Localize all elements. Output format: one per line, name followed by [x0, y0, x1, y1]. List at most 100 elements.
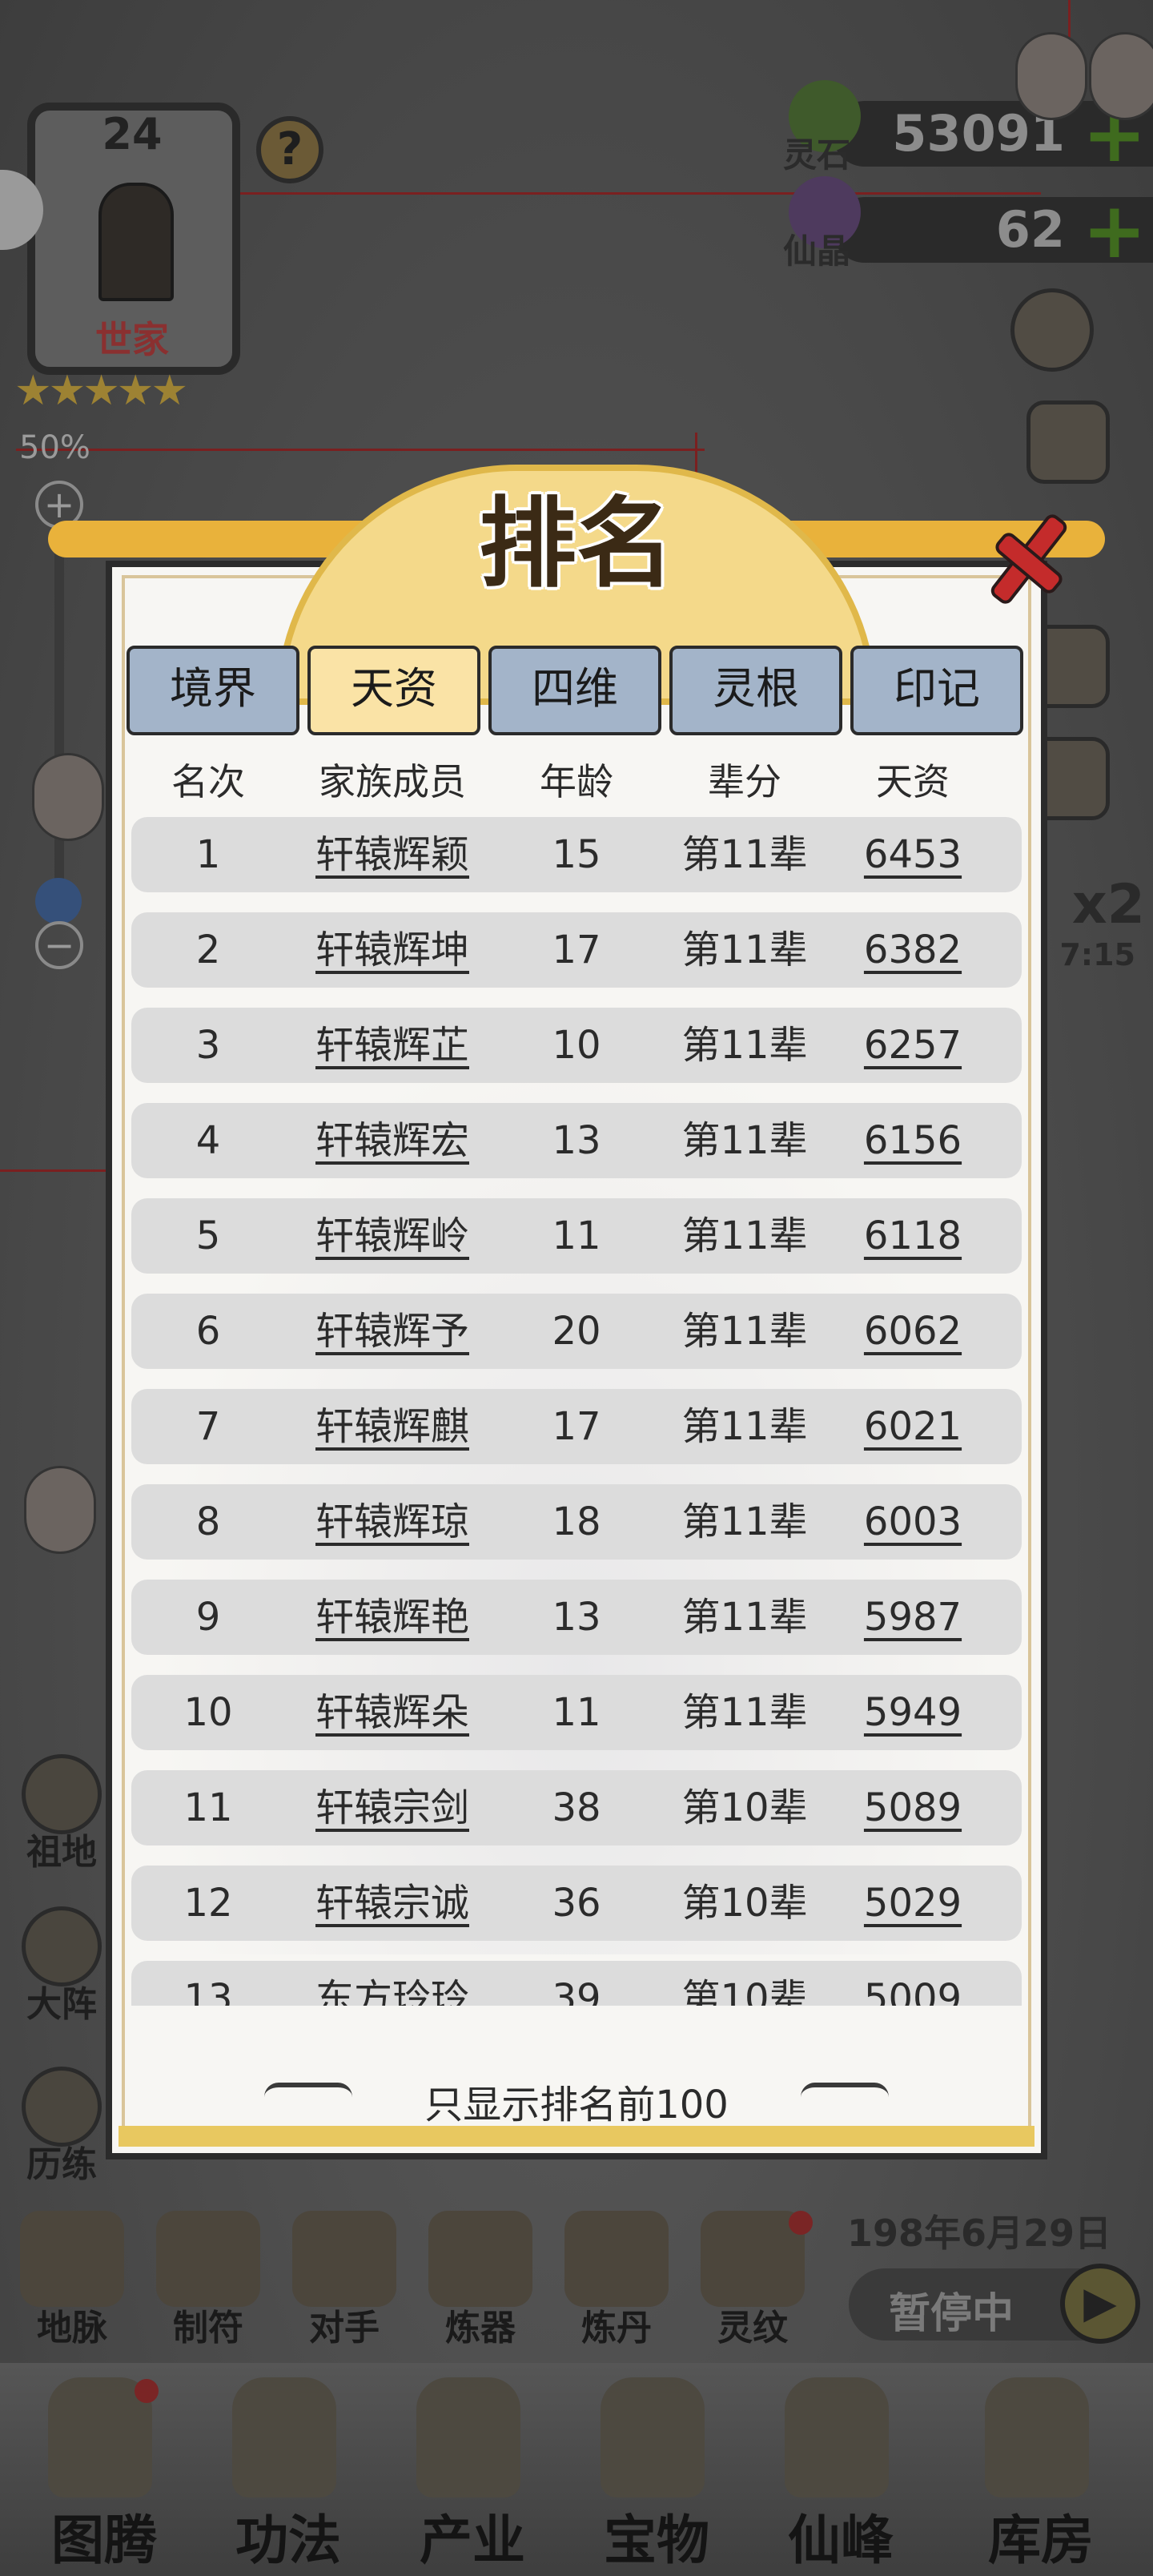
tab-spirit-root[interactable]: 灵根	[669, 646, 842, 735]
help-button[interactable]: ?	[256, 116, 323, 183]
member-name-link[interactable]: 轩辕辉予	[296, 1294, 488, 1369]
rank-cell: 3	[195, 1023, 221, 1068]
member-name-link[interactable]: 轩辕辉艳	[296, 1580, 488, 1655]
great-formation-label: 大阵	[26, 1984, 97, 2025]
talent-value-link[interactable]: 5949	[849, 1675, 977, 1750]
zoom-slider-knob[interactable]	[35, 878, 82, 924]
scroll-log-icon[interactable]	[1026, 400, 1110, 484]
ranking-row[interactable]: 6 轩辕辉予 20 第11辈 6062	[131, 1294, 1022, 1369]
generation-cell: 第10辈	[681, 1881, 808, 1926]
generation-cell: 第11辈	[681, 832, 808, 877]
member-name-link[interactable]: 轩辕宗剑	[296, 1770, 488, 1845]
column-header-rank: 名次	[171, 760, 245, 803]
modal-title-banner: 排名	[48, 449, 1105, 705]
ranking-row[interactable]: 7 轩辕辉麒 17 第11辈 6021	[131, 1389, 1022, 1464]
talent-value-link[interactable]: 6062	[849, 1294, 977, 1369]
close-icon[interactable]	[978, 509, 1071, 607]
rank-cell: 5	[195, 1214, 221, 1258]
talent-value-link[interactable]: 6156	[849, 1103, 977, 1178]
tab-mark[interactable]: 印记	[850, 646, 1023, 735]
ranking-row[interactable]: 9 轩辕辉艳 13 第11辈 5987	[131, 1580, 1022, 1655]
family-emblem[interactable]: 24 世家	[16, 103, 248, 375]
tab-four-stats[interactable]: 四维	[488, 646, 661, 735]
member-name-link[interactable]: 轩辕辉颖	[296, 817, 488, 892]
age-cell: 10	[552, 1023, 601, 1068]
member-avatar[interactable]	[24, 1466, 96, 1554]
ranking-row[interactable]: 11 轩辕宗剑 38 第10辈 5089	[131, 1770, 1022, 1845]
member-name-link[interactable]: 东方玲玲	[296, 1961, 488, 2006]
ranking-row[interactable]: 2 轩辕辉坤 17 第11辈 6382	[131, 912, 1022, 988]
nav-treasure[interactable]: 宝物	[568, 2363, 729, 2576]
ranking-row[interactable]: 3 轩辕辉芷 10 第11辈 6257	[131, 1008, 1022, 1083]
nav-storehouse-label: 库房	[988, 2510, 1094, 2571]
star-rating: ★★★★★	[14, 367, 188, 415]
ranking-row[interactable]: 12 轩辕宗诚 36 第10辈 5029	[131, 1866, 1022, 1941]
nav-industry[interactable]: 产业	[384, 2363, 544, 2576]
member-name-link[interactable]: 轩辕辉麒	[296, 1389, 488, 1464]
member-name-link[interactable]: 轩辕辉坤	[296, 912, 488, 988]
great-formation-button[interactable]: 大阵	[18, 1906, 106, 2027]
member-name-link[interactable]: 轩辕辉芷	[296, 1008, 488, 1083]
column-header-talent: 天资	[876, 760, 950, 803]
tab-talent[interactable]: 天资	[307, 646, 480, 735]
ancestral-land-button[interactable]: 祖地	[18, 1754, 106, 1874]
member-avatar[interactable]	[1089, 32, 1153, 120]
add-immortal-crystal-button[interactable]: +	[1083, 192, 1147, 269]
generation-cell: 第11辈	[681, 1404, 808, 1449]
member-avatar[interactable]	[32, 753, 104, 841]
ranking-row[interactable]: 13 东方玲玲 39 第10辈 5009	[131, 1961, 1022, 2006]
nav-techniques[interactable]: 功法	[200, 2363, 360, 2576]
ranking-row[interactable]: 10 轩辕辉朵 11 第11辈 5949	[131, 1675, 1022, 1750]
nav-immortal-peak[interactable]: 仙峰	[753, 2363, 913, 2576]
ranking-tabs: 境界 天资 四维 灵根 印记	[127, 646, 1026, 737]
alchemy-button[interactable]: 炼丹	[560, 2211, 673, 2350]
generation-cell: 第11辈	[681, 1214, 808, 1258]
play-button[interactable]: ▶	[1060, 2264, 1140, 2344]
talent-value-link[interactable]: 6118	[849, 1198, 977, 1274]
talisman-making-button[interactable]: 制符	[152, 2211, 264, 2350]
rank-cell: 13	[183, 1976, 233, 2006]
ranking-list[interactable]: 1 轩辕辉颖 15 第11辈 6453 2 轩辕辉坤 17 第11辈 6382 3 轩辕辉芷 10 第11…	[131, 817, 1022, 2006]
pause-status-bar: 暂停中 ▶	[849, 2264, 1140, 2344]
tab-realm[interactable]: 境界	[127, 646, 299, 735]
ranking-row[interactable]: 1 轩辕辉颖 15 第11辈 6453	[131, 817, 1022, 892]
talent-value-link[interactable]: 6021	[849, 1389, 977, 1464]
swirl-ornament-right	[801, 2083, 889, 2111]
member-name-link[interactable]: 轩辕辉岭	[296, 1198, 488, 1274]
ranking-row[interactable]: 4 轩辕辉宏 13 第11辈 6156	[131, 1103, 1022, 1178]
nav-techniques-label: 功法	[235, 2510, 341, 2571]
talent-value-link[interactable]: 6257	[849, 1008, 977, 1083]
ancestral-land-icon	[22, 1754, 102, 1834]
talent-value-link[interactable]: 5089	[849, 1770, 977, 1845]
talent-value-link[interactable]: 5029	[849, 1866, 977, 1941]
ranking-row[interactable]: 8 轩辕辉琼 18 第11辈 6003	[131, 1484, 1022, 1560]
opponent-button[interactable]: 对手	[288, 2211, 400, 2350]
member-name-link[interactable]: 轩辕辉琼	[296, 1484, 488, 1560]
talent-value-link[interactable]: 6382	[849, 912, 977, 988]
settings-gear-icon[interactable]	[1010, 288, 1094, 372]
family-rank-title: 世家	[95, 318, 169, 361]
talent-value-link[interactable]: 6453	[849, 817, 977, 892]
ancestral-tablet-icon	[98, 183, 174, 301]
zoom-slider-track[interactable]	[54, 545, 64, 897]
spirit-pattern-label: 灵纹	[717, 2308, 788, 2349]
notification-dot	[135, 2379, 159, 2403]
talent-value-link[interactable]: 5009	[849, 1961, 977, 2006]
member-name-link[interactable]: 轩辕辉宏	[296, 1103, 488, 1178]
member-name-link[interactable]: 轩辕宗诚	[296, 1866, 488, 1941]
member-name-link[interactable]: 轩辕辉朵	[296, 1675, 488, 1750]
nav-storehouse[interactable]: 库房	[953, 2363, 1113, 2576]
ranking-row[interactable]: 5 轩辕辉岭 11 第11辈 6118	[131, 1198, 1022, 1274]
nav-industry-label: 产业	[420, 2510, 525, 2571]
refining-tools-button[interactable]: 炼器	[424, 2211, 536, 2350]
earth-vein-icon	[20, 2211, 124, 2307]
notification-dot	[789, 2211, 813, 2235]
talent-value-link[interactable]: 5987	[849, 1580, 977, 1655]
age-cell: 18	[552, 1499, 601, 1544]
earth-vein-button[interactable]: 地脉	[16, 2211, 128, 2350]
zoom-out-button[interactable]: −	[35, 921, 83, 969]
speed-multiplier[interactable]: x2	[1072, 873, 1145, 936]
generation-cell: 第11辈	[681, 1690, 808, 1735]
member-avatar[interactable]	[1015, 32, 1087, 120]
talent-value-link[interactable]: 6003	[849, 1484, 977, 1560]
